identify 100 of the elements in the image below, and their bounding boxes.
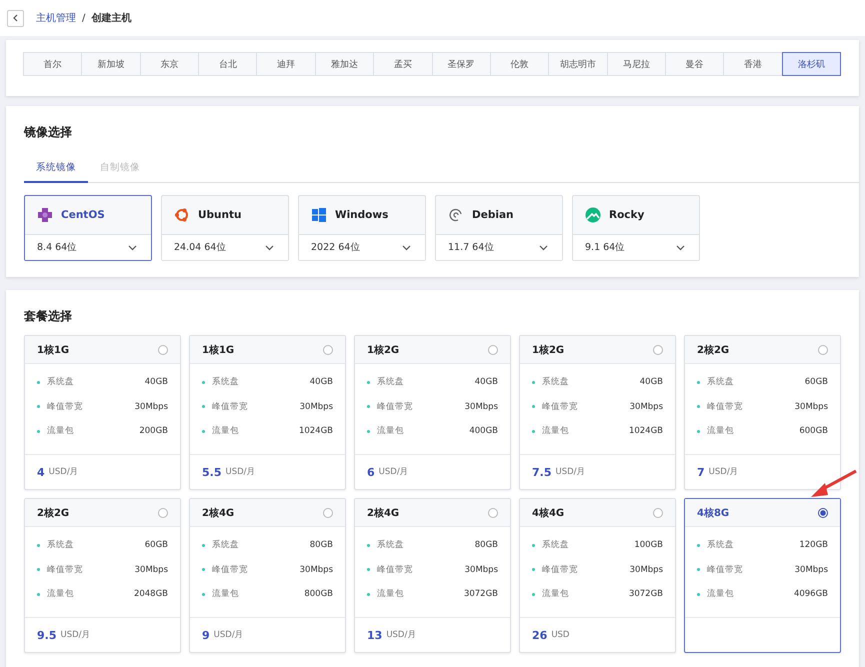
region-option[interactable]: 马尼拉 xyxy=(606,52,666,76)
os-option[interactable]: Windows 2022 64位 xyxy=(298,195,426,261)
region-option[interactable]: 雅加达 xyxy=(314,52,374,76)
radio-button[interactable] xyxy=(818,508,828,518)
region-option[interactable]: 伦敦 xyxy=(490,52,550,76)
bullet-icon xyxy=(532,544,535,547)
spec-value: 30Mbps xyxy=(134,564,168,575)
spec-label: 系统盘 xyxy=(212,376,240,388)
spec-value: 30Mbps xyxy=(134,402,168,412)
plan-option[interactable]: 4核8G 系统盘 120GB 峰值带宽 30Mbps 流量包 4096GB xyxy=(684,498,841,653)
chevron-down-icon xyxy=(265,244,274,250)
spec-value: 80GB xyxy=(310,540,333,550)
spec-label: 峰值带宽 xyxy=(542,564,579,576)
spec-value: 60GB xyxy=(804,377,828,388)
spec-label: 流量包 xyxy=(707,588,735,600)
spec-label: 流量包 xyxy=(212,425,240,438)
radio-button[interactable] xyxy=(653,508,663,518)
plan-option[interactable]: 2核4G 系统盘 80GB 峰值带宽 30Mbps 流量包 800GB 9 USD/月 xyxy=(189,498,346,653)
plan-name: 4核4G xyxy=(532,506,564,520)
plan-option[interactable]: 2核4G 系统盘 80GB 峰值带宽 30Mbps 流量包 3072GB 13 USD/月 xyxy=(354,498,511,653)
spec-label: 流量包 xyxy=(377,425,405,438)
plan-name: 2核4G xyxy=(202,506,234,520)
region-option[interactable]: 孟买 xyxy=(373,52,433,76)
spec-value: 200GB xyxy=(139,426,168,436)
region-option[interactable]: 圣保罗 xyxy=(432,52,491,76)
radio-button[interactable] xyxy=(488,344,498,354)
plan-option[interactable]: 1核2G 系统盘 40GB 峰值带宽 30Mbps 流量包 1024GB 7.5 USD/月 xyxy=(519,335,676,490)
radio-button[interactable] xyxy=(818,344,828,354)
plan-option[interactable]: 1核2G 系统盘 40GB 峰值带宽 30Mbps 流量包 400GB 6 USD/月 xyxy=(354,335,511,490)
radio-button[interactable] xyxy=(158,508,168,518)
plan-option[interactable]: 4核4G 系统盘 100GB 峰值带宽 30Mbps 流量包 3072GB 26 USD xyxy=(519,498,676,653)
bullet-icon xyxy=(532,405,535,408)
plan-name: 2核2G xyxy=(37,506,70,520)
plan-name: 2核2G xyxy=(697,344,730,356)
spec-value: 40GB xyxy=(640,377,663,388)
bullet-icon xyxy=(37,405,40,408)
plan-name: 1核1G xyxy=(202,344,234,356)
spec-label: 流量包 xyxy=(47,425,75,438)
region-option[interactable]: 香港 xyxy=(723,52,783,76)
flower-icon xyxy=(37,207,53,223)
price-unit: USD/月 xyxy=(214,629,244,641)
spec-label: 流量包 xyxy=(212,588,240,600)
region-option[interactable]: 新加坡 xyxy=(81,52,141,76)
chevron-down-icon xyxy=(402,244,411,250)
os-name: Rocky xyxy=(609,209,644,221)
region-option[interactable]: 胡志明市 xyxy=(548,52,608,76)
spec-label: 峰值带宽 xyxy=(707,400,744,413)
breadcrumb-separator: / xyxy=(82,12,86,24)
radio-button[interactable] xyxy=(323,508,333,518)
windows-icon xyxy=(311,207,327,223)
plan-option[interactable]: 1核1G 系统盘 40GB 峰值带宽 30Mbps 流量包 1024GB 5.5 USD/月 xyxy=(189,335,346,490)
plan-name: 1核2G xyxy=(532,344,564,356)
spec-value: 400GB xyxy=(469,426,498,436)
plan-name: 2核4G xyxy=(367,506,400,520)
plan-option[interactable]: 2核2G 系统盘 60GB 峰值带宽 30Mbps 流量包 2048GB 9.5 USD/月 xyxy=(24,498,181,653)
region-option[interactable]: 首尔 xyxy=(23,52,82,76)
region-option[interactable]: 台北 xyxy=(198,52,258,76)
version-text: 24.04 64位 xyxy=(174,241,226,254)
chevron-down-icon xyxy=(539,244,548,250)
bullet-icon xyxy=(37,380,40,384)
plan-option[interactable]: 1核1G 系统盘 40GB 峰值带宽 30Mbps 流量包 200GB 4 USD/月 xyxy=(24,335,181,490)
radio-button[interactable] xyxy=(488,508,498,518)
section-title: 镜像选择 xyxy=(24,124,73,141)
spec-value: 2048GB xyxy=(134,589,168,600)
os-option[interactable]: Rocky 9.1 64位 xyxy=(572,195,700,261)
image-tab[interactable]: 系统镜像 xyxy=(24,155,88,183)
price-unit: USD/月 xyxy=(386,629,416,641)
spec-value: 80GB xyxy=(474,540,498,550)
breadcrumb-link[interactable]: 主机管理 xyxy=(36,11,76,25)
bullet-icon xyxy=(202,592,205,596)
plan-option[interactable]: 2核2G 系统盘 60GB 峰值带宽 30Mbps 流量包 600GB 7 USD/月 xyxy=(684,335,841,490)
spec-label: 峰值带宽 xyxy=(47,400,84,413)
spec-value: 30Mbps xyxy=(630,402,663,412)
region-option[interactable]: 曼谷 xyxy=(664,52,724,76)
os-option[interactable]: Ubuntu 24.04 64位 xyxy=(161,195,289,261)
region-option[interactable]: 东京 xyxy=(140,52,200,76)
spec-value: 30Mbps xyxy=(794,564,828,575)
spec-label: 峰值带宽 xyxy=(212,564,249,576)
spec-value: 30Mbps xyxy=(630,564,663,575)
os-option[interactable]: CentOS 8.4 64位 xyxy=(24,195,152,261)
region-option[interactable]: 洛杉矶 xyxy=(782,52,842,76)
radio-button[interactable] xyxy=(323,344,333,354)
bullet-icon xyxy=(697,405,700,408)
spec-label: 峰值带宽 xyxy=(377,400,414,413)
radio-button[interactable] xyxy=(158,344,168,354)
spec-label: 系统盘 xyxy=(212,539,240,552)
bullet-icon xyxy=(367,592,370,596)
bullet-icon xyxy=(367,568,370,572)
spec-label: 流量包 xyxy=(707,425,735,438)
radio-button[interactable] xyxy=(653,344,663,354)
os-option[interactable]: Debian 11.7 64位 xyxy=(435,195,563,261)
plan-name: 4核8G xyxy=(697,506,730,520)
region-option[interactable]: 迪拜 xyxy=(256,52,316,76)
spec-label: 峰值带宽 xyxy=(542,400,579,413)
breadcrumb-current: 创建主机 xyxy=(91,11,132,25)
spec-value: 30Mbps xyxy=(464,564,498,575)
spec-value: 1024GB xyxy=(628,426,663,436)
spec-value: 1024GB xyxy=(298,426,333,436)
back-button[interactable] xyxy=(7,10,24,26)
bullet-icon xyxy=(37,592,40,596)
